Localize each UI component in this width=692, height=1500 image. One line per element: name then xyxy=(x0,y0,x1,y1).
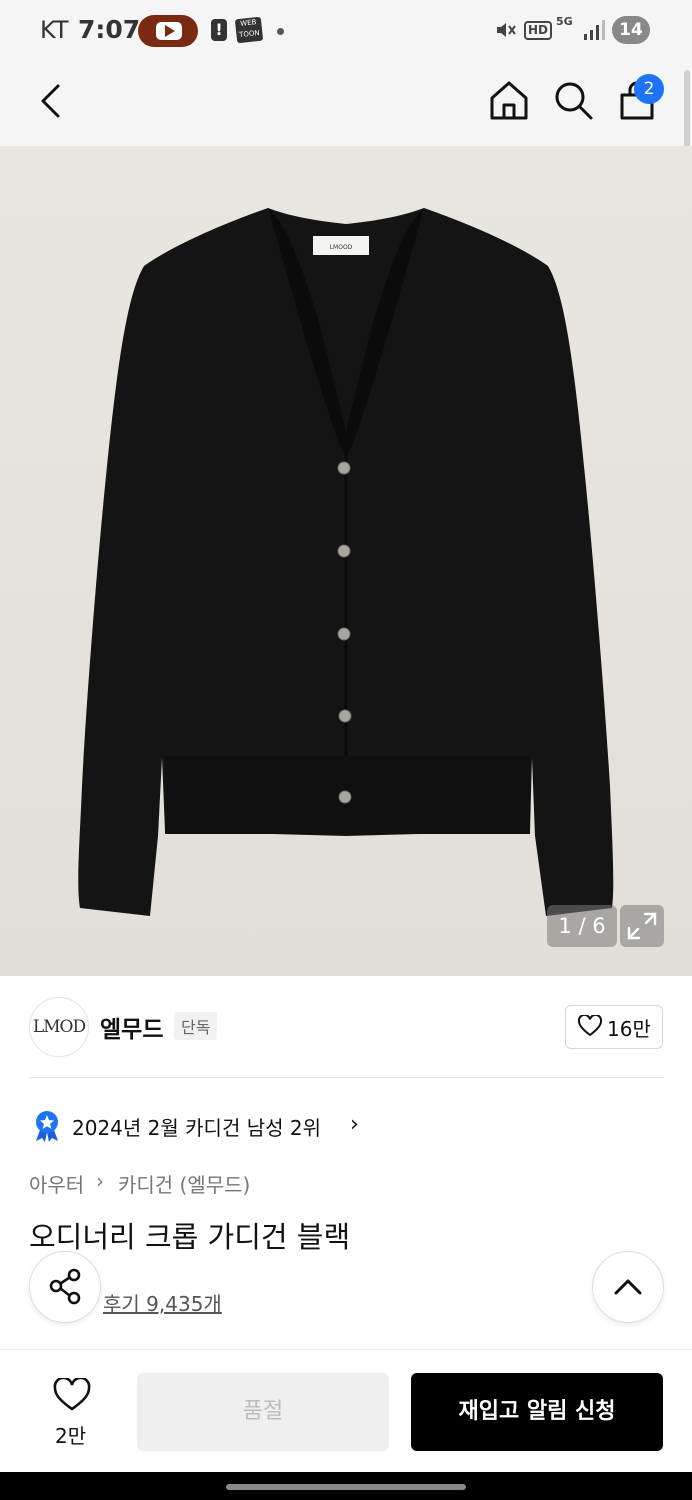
brand-logo[interactable]: LMOD xyxy=(29,997,89,1057)
hd-voice-icon: HD xyxy=(524,21,553,40)
share-icon xyxy=(49,1268,81,1305)
cart-count-badge: 2 xyxy=(634,74,664,104)
wishlist-heart-icon[interactable] xyxy=(53,1378,91,1412)
search-button[interactable] xyxy=(550,78,596,124)
home-icon xyxy=(490,81,528,120)
alert-icon: ! xyxy=(211,19,227,41)
chevron-right-icon[interactable]: › xyxy=(350,1112,359,1137)
status-time: 7:07 xyxy=(78,15,141,44)
product-image[interactable]: LMOOD xyxy=(0,146,692,976)
webtoon-icon: WEB TOON xyxy=(234,16,264,44)
breadcrumb-separator-icon: › xyxy=(96,1169,104,1193)
expand-icon xyxy=(627,912,657,940)
ranking-text[interactable]: 2024년 2월 카디건 남성 2위 xyxy=(72,1112,321,1141)
breadcrumb-subcategory[interactable]: 카디건 (엘무드) xyxy=(118,1169,250,1198)
mute-icon xyxy=(497,23,516,37)
restock-alert-button[interactable]: 재입고 알림 신청 xyxy=(411,1373,663,1451)
brand-name[interactable]: 엘무드 xyxy=(100,1010,163,1044)
home-indicator[interactable] xyxy=(226,1484,466,1490)
share-button[interactable] xyxy=(29,1251,101,1323)
search-icon xyxy=(555,82,593,120)
play-triangle-icon xyxy=(165,25,175,37)
battery-icon: 14 xyxy=(612,16,650,44)
ranking-badge-icon xyxy=(36,1111,58,1142)
divider xyxy=(29,1077,664,1078)
review-count-link[interactable]: 후기 9,435개 xyxy=(103,1288,222,1317)
signal-icon xyxy=(584,20,605,40)
soldout-button[interactable]: 품절 xyxy=(137,1373,389,1451)
chevron-up-icon xyxy=(614,1279,642,1295)
network-5g-icon: 5G xyxy=(556,15,573,28)
neck-label-text: LMOOD xyxy=(330,244,353,251)
more-notifications-dot-icon xyxy=(277,28,284,35)
product-title: 오디너리 크롭 가디건 블랙 xyxy=(29,1220,351,1254)
home-button[interactable] xyxy=(486,78,532,124)
image-counter: 1 / 6 xyxy=(547,905,617,947)
scroll-top-button[interactable] xyxy=(592,1251,664,1323)
brand-like-count: 16만 xyxy=(607,1017,651,1041)
breadcrumb-category[interactable]: 아우터 xyxy=(29,1169,84,1198)
back-button[interactable] xyxy=(30,80,74,124)
chevron-left-icon xyxy=(41,84,60,118)
bottom-bar-divider xyxy=(0,1349,692,1350)
exclusive-tag: 단독 xyxy=(174,1012,218,1040)
carrier-label: KT xyxy=(40,16,69,44)
heart-icon xyxy=(578,1015,602,1037)
expand-button[interactable] xyxy=(620,905,664,947)
wishlist-count: 2만 xyxy=(55,1424,87,1448)
cardigan-illustration: LMOOD xyxy=(0,146,692,976)
